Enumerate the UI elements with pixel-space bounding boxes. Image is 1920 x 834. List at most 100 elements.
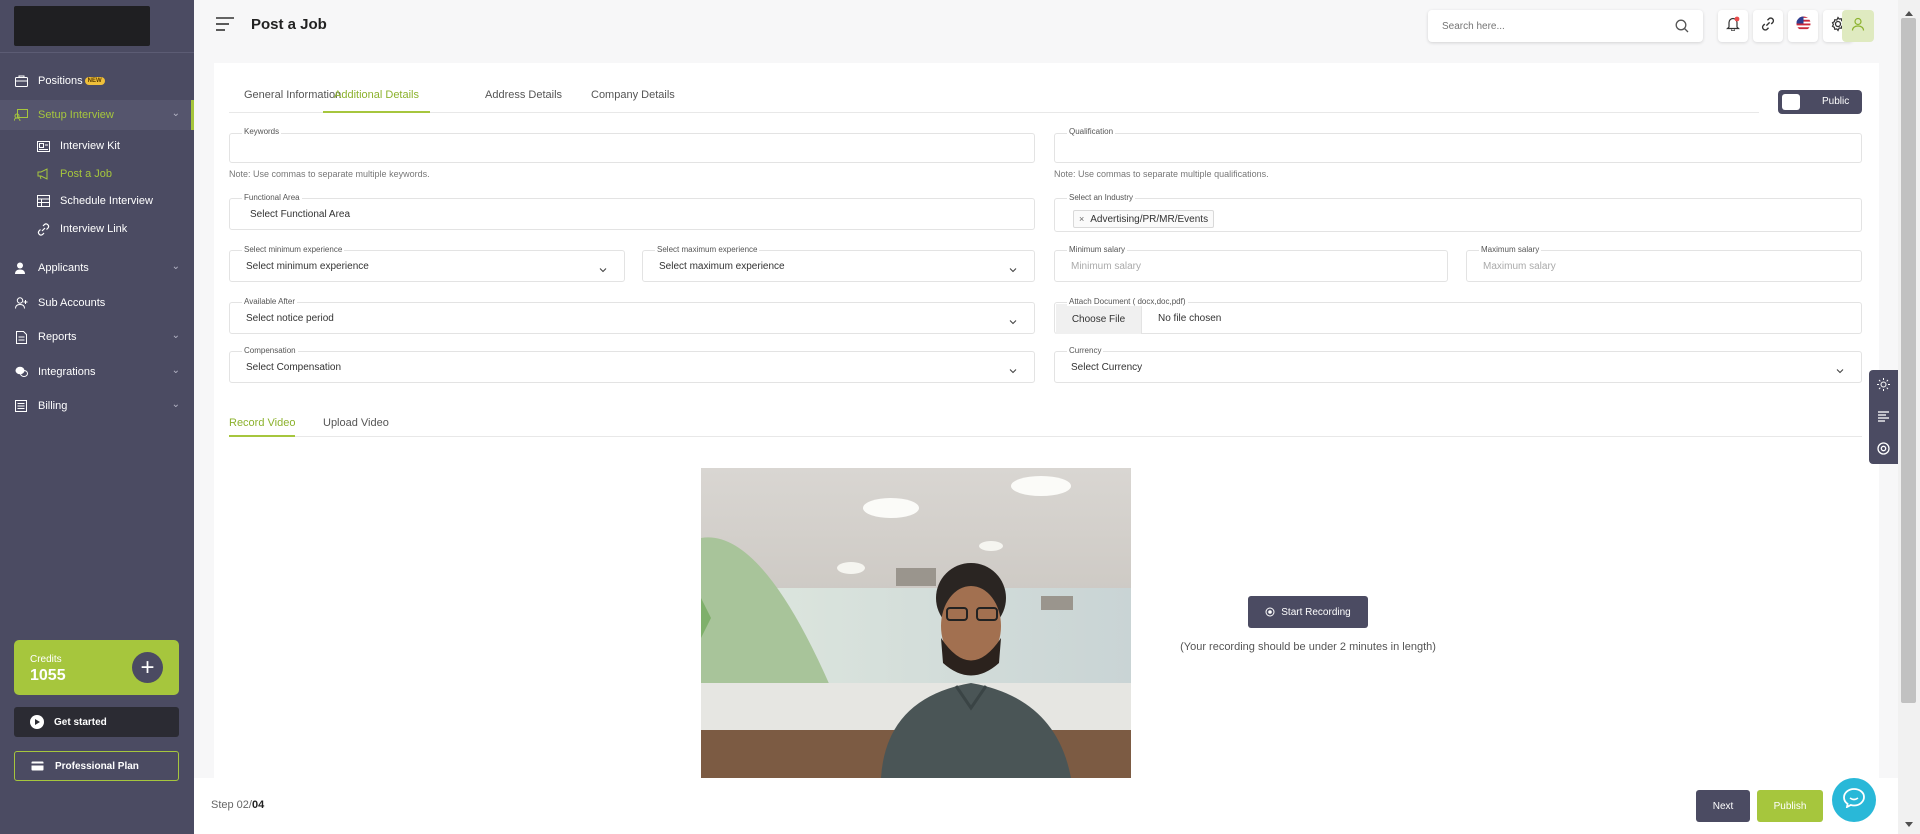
sidebar-item-applicants[interactable]: Applicants ⌄ [0, 253, 194, 283]
get-started-label: Get started [54, 716, 107, 728]
currency-select[interactable]: Select Currency [1054, 351, 1862, 383]
sidebar-item-setup-interview[interactable]: Setup Interview ⌄ [0, 100, 194, 130]
compensation-select[interactable]: Select Compensation [229, 351, 1035, 383]
min-experience-select[interactable]: Select minimum experience [229, 250, 625, 282]
chat-bubbles-icon [14, 365, 28, 379]
top-header: Post a Job [194, 0, 1898, 52]
max-salary-placeholder: Maximum salary [1483, 261, 1556, 272]
bell-icon [1726, 16, 1740, 36]
sidebar-subitem-label: Interview Kit [60, 140, 120, 152]
file-status: No file chosen [1158, 313, 1222, 324]
add-credits-button[interactable]: + [132, 652, 163, 683]
tab-address-details[interactable]: Address Details [485, 89, 562, 113]
play-icon [30, 715, 44, 729]
step-indicator: Step 02/04 [211, 799, 264, 811]
sidebar-subitem-schedule-interview[interactable]: Schedule Interview [0, 189, 194, 213]
keywords-label: Keywords [242, 127, 282, 136]
min-salary-input[interactable]: Minimum salary [1054, 250, 1448, 282]
publish-button[interactable]: Publish [1757, 790, 1823, 822]
sun-icon[interactable] [1877, 378, 1890, 391]
sidebar-item-positions[interactable]: Positions NEW [0, 66, 194, 96]
sidebar-item-sub-accounts[interactable]: Sub Accounts [0, 288, 194, 318]
industry-chip: × Advertising/PR/MR/Events [1073, 210, 1215, 228]
chevron-down-icon: ⌄ [171, 399, 180, 410]
sidebar-item-label: Billing [38, 400, 68, 412]
scroll-thumb[interactable] [1901, 18, 1916, 703]
notifications-button[interactable] [1718, 10, 1748, 42]
monitor-user-icon [14, 108, 28, 122]
tab-upload-video[interactable]: Upload Video [323, 417, 389, 437]
align-left-icon[interactable] [1877, 410, 1890, 423]
file-report-icon [14, 330, 28, 344]
industry-label: Select an Industry [1067, 193, 1136, 202]
functional-area-select[interactable]: Select Functional Area [229, 198, 1035, 230]
camera-preview [701, 468, 1131, 778]
tab-additional-details[interactable]: Additional Details [323, 89, 430, 113]
menu-toggle-icon[interactable] [216, 17, 236, 33]
sidebar-subitem-post-a-job[interactable]: Post a Job [0, 162, 194, 186]
company-logo[interactable] [14, 6, 150, 46]
compensation-label: Compensation [242, 346, 298, 355]
page-scrollbar[interactable] [1898, 0, 1920, 834]
max-experience-label: Select maximum experience [655, 245, 760, 254]
sidebar-subitem-label: Interview Link [60, 223, 128, 235]
step-total: 04 [251, 799, 265, 811]
get-started-button[interactable]: Get started [14, 707, 179, 737]
available-after-select[interactable]: Select notice period [229, 302, 1035, 334]
next-button[interactable]: Next [1696, 790, 1750, 822]
toggle-knob [1782, 94, 1800, 110]
sidebar-item-label: Integrations [38, 366, 96, 378]
sidebar-item-reports[interactable]: Reports ⌄ [0, 322, 194, 352]
professional-plan-button[interactable]: Professional Plan [14, 751, 179, 781]
sidebar-item-label: Applicants [38, 262, 89, 274]
user-profile-button[interactable] [1842, 10, 1874, 42]
functional-area-value: Select Functional Area [250, 209, 351, 220]
scroll-down-icon[interactable] [1904, 816, 1914, 827]
available-after-label: Available After [242, 297, 297, 306]
min-experience-value: Select minimum experience [246, 261, 369, 272]
credits-value: 1055 [30, 667, 66, 684]
share-link-button[interactable] [1753, 10, 1783, 42]
chevron-down-icon [1008, 363, 1018, 374]
keywords-input[interactable] [229, 133, 1035, 163]
industry-select[interactable]: × Advertising/PR/MR/Events [1054, 198, 1862, 232]
search-input[interactable] [1442, 18, 1662, 34]
link-icon [1761, 16, 1775, 36]
public-toggle[interactable]: Public [1778, 90, 1862, 114]
chevron-down-icon: ⌄ [171, 365, 180, 376]
max-experience-value: Select maximum experience [659, 261, 785, 272]
scroll-up-icon[interactable] [1904, 4, 1914, 16]
language-button[interactable] [1788, 10, 1818, 42]
user-icon [1851, 17, 1865, 36]
chevron-down-icon [598, 262, 608, 273]
lifebuoy-icon[interactable] [1877, 442, 1890, 455]
remove-chip-button[interactable]: × [1079, 214, 1084, 224]
search-icon[interactable] [1675, 19, 1689, 33]
chat-support-button[interactable] [1832, 778, 1876, 822]
job-form-card: General Information Additional Details A… [214, 63, 1879, 778]
functional-area-label: Functional Area [242, 193, 302, 202]
sidebar-item-label: Sub Accounts [38, 297, 106, 309]
briefcase-icon [14, 74, 28, 88]
megaphone-icon [36, 167, 50, 181]
tab-record-video[interactable]: Record Video [229, 417, 296, 437]
sidebar-item-integrations[interactable]: Integrations ⌄ [0, 357, 194, 387]
sidebar-item-billing[interactable]: Billing ⌄ [0, 391, 194, 421]
credits-card: Credits 1055 + [14, 640, 179, 695]
start-recording-button[interactable]: Start Recording [1248, 596, 1368, 628]
chevron-down-icon: ⌄ [171, 108, 180, 119]
max-experience-select[interactable]: Select maximum experience [642, 250, 1035, 282]
choose-file-button[interactable]: Choose File [1056, 304, 1142, 334]
max-salary-input[interactable]: Maximum salary [1466, 250, 1862, 282]
id-card-icon [36, 139, 50, 153]
chevron-down-icon: ⌄ [171, 330, 180, 341]
sidebar-subitem-interview-kit[interactable]: Interview Kit [0, 134, 194, 158]
sidebar-subitem-interview-link[interactable]: Interview Link [0, 217, 194, 241]
chat-icon [1843, 787, 1865, 813]
qualification-input[interactable] [1054, 133, 1862, 163]
toggle-label: Public [1822, 96, 1850, 107]
form-footer: Step 02/04 Next Publish [194, 778, 1898, 834]
credits-label: Credits [30, 654, 62, 665]
form-tabs: General Information Additional Details A… [229, 89, 1759, 113]
tab-company-details[interactable]: Company Details [591, 89, 675, 113]
